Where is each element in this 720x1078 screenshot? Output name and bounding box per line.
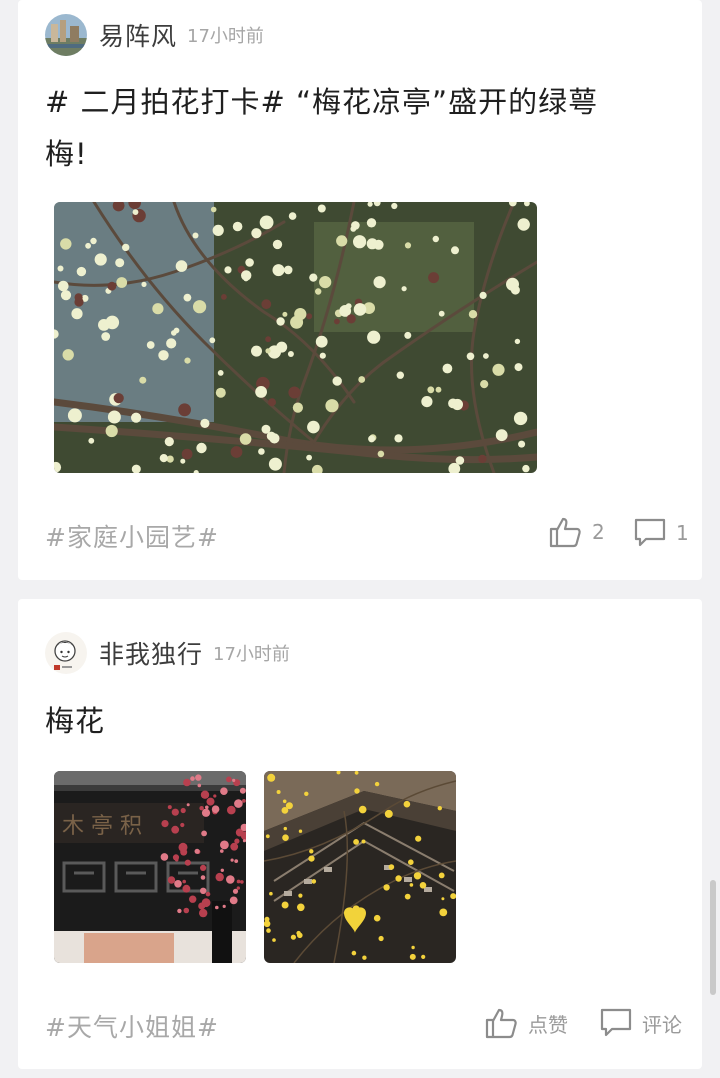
scrollbar[interactable]: [710, 880, 716, 995]
post-header: 非我独行 17小时前: [45, 632, 290, 674]
comment-icon: [600, 1008, 632, 1038]
thumb-up-icon: [548, 516, 582, 548]
post-header: 易阵风 17小时前: [45, 14, 264, 56]
comment-button[interactable]: 评论: [600, 1008, 682, 1038]
like-button[interactable]: 2: [548, 516, 605, 548]
post-text: # 二月拍花打卡# “梅花凉亭”盛开的绿萼 梅!: [45, 76, 598, 180]
post-card[interactable]: 非我独行 17小时前 梅花 木 亭 积 #天气小姐姐# 点赞 评论: [18, 599, 702, 1069]
comment-icon: [634, 518, 666, 548]
username[interactable]: 非我独行: [99, 635, 203, 671]
post-time: 17小时前: [187, 26, 264, 47]
avatar[interactable]: [45, 14, 87, 56]
comment-button[interactable]: 1: [634, 518, 689, 548]
like-button[interactable]: 点赞: [484, 1007, 568, 1039]
post-text-line: 梅花: [45, 704, 106, 738]
post-text: 梅花: [45, 695, 105, 747]
comment-label: 评论: [642, 1012, 682, 1037]
thumb-up-icon: [484, 1007, 518, 1039]
post-image-wintersweet[interactable]: [264, 771, 456, 963]
sign-text: 木 亭 积: [62, 814, 142, 839]
post-time: 17小时前: [213, 644, 290, 665]
post-image-plum-blossom[interactable]: [54, 202, 537, 473]
post-text-line: 梅!: [45, 137, 88, 171]
like-label: 点赞: [528, 1012, 568, 1037]
post-text-line: # 二月拍花打卡# “梅花凉亭”盛开的绿萼: [45, 85, 599, 119]
topic-tag[interactable]: #家庭小园艺#: [45, 518, 219, 554]
topic-tag[interactable]: #天气小姐姐#: [45, 1008, 219, 1044]
username[interactable]: 易阵风: [99, 17, 177, 53]
post-image-pavilion[interactable]: 木 亭 积: [54, 771, 246, 963]
avatar[interactable]: [45, 632, 87, 674]
like-count: 2: [592, 520, 605, 544]
comment-count: 1: [676, 521, 689, 545]
post-card[interactable]: 易阵风 17小时前 # 二月拍花打卡# “梅花凉亭”盛开的绿萼 梅! #家庭小园…: [18, 0, 702, 580]
